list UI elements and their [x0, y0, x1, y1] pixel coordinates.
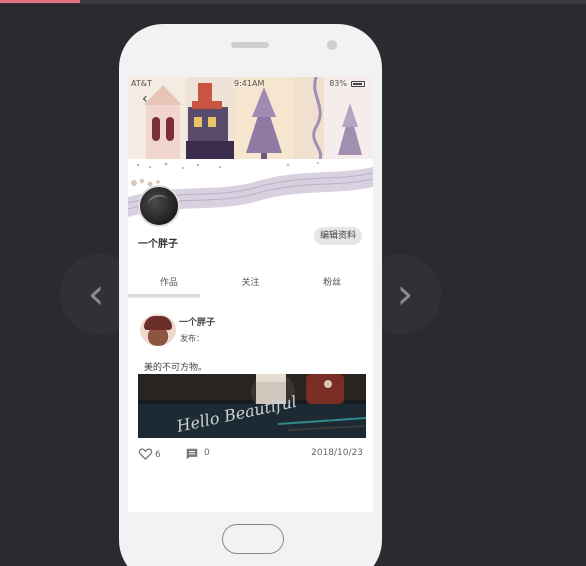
clock-label: 9:41AM: [234, 79, 265, 88]
profile-name: 一个胖子: [138, 239, 178, 250]
post-author-name[interactable]: 一个胖子: [179, 315, 215, 328]
prev-arrow-icon[interactable]: ‹: [76, 254, 116, 334]
top-progress-accent: [0, 0, 80, 3]
post-image[interactable]: Hello Beautiful: [138, 374, 366, 438]
comment-icon[interactable]: [185, 447, 199, 461]
post-publish-label: 发布：: [180, 334, 204, 343]
post-author-avatar[interactable]: [140, 314, 176, 346]
next-arrow-icon[interactable]: ›: [385, 254, 425, 334]
profile-tabs: 作品 关注 粉丝: [128, 272, 373, 297]
tab-works[interactable]: 作品: [128, 272, 210, 297]
phone-screen: AT&T 9:41AM 83% ‹ 一个胖子 编辑资料 作品 关注 粉丝 一个胖…: [128, 77, 373, 512]
post-actions: 6 0 2018/10/23: [138, 446, 366, 462]
tab-following[interactable]: 关注: [210, 272, 292, 297]
back-chevron-icon[interactable]: ‹: [142, 91, 158, 107]
post-photo: Hello Beautiful: [138, 374, 366, 438]
tab-followers[interactable]: 粉丝: [291, 272, 373, 297]
post-text: 美的不可方物。: [144, 363, 208, 373]
battery-percent: 83%: [329, 79, 347, 88]
phone-mockup: AT&T 9:41AM 83% ‹ 一个胖子 编辑资料 作品 关注 粉丝 一个胖…: [119, 24, 382, 566]
carrier-label: AT&T: [131, 79, 152, 88]
post-date: 2018/10/23: [311, 448, 363, 458]
comment-count: 0: [204, 448, 210, 458]
phone-camera: [327, 40, 337, 50]
top-progress-line: [0, 0, 586, 4]
home-button[interactable]: [222, 524, 284, 554]
battery-icon: [351, 81, 365, 87]
edit-profile-button[interactable]: 编辑资料: [314, 227, 363, 245]
profile-avatar[interactable]: [138, 185, 180, 227]
like-count: 6: [155, 450, 161, 460]
status-bar: AT&T 9:41AM 83%: [128, 77, 373, 91]
phone-speaker: [231, 42, 269, 48]
heart-icon[interactable]: [138, 446, 153, 461]
